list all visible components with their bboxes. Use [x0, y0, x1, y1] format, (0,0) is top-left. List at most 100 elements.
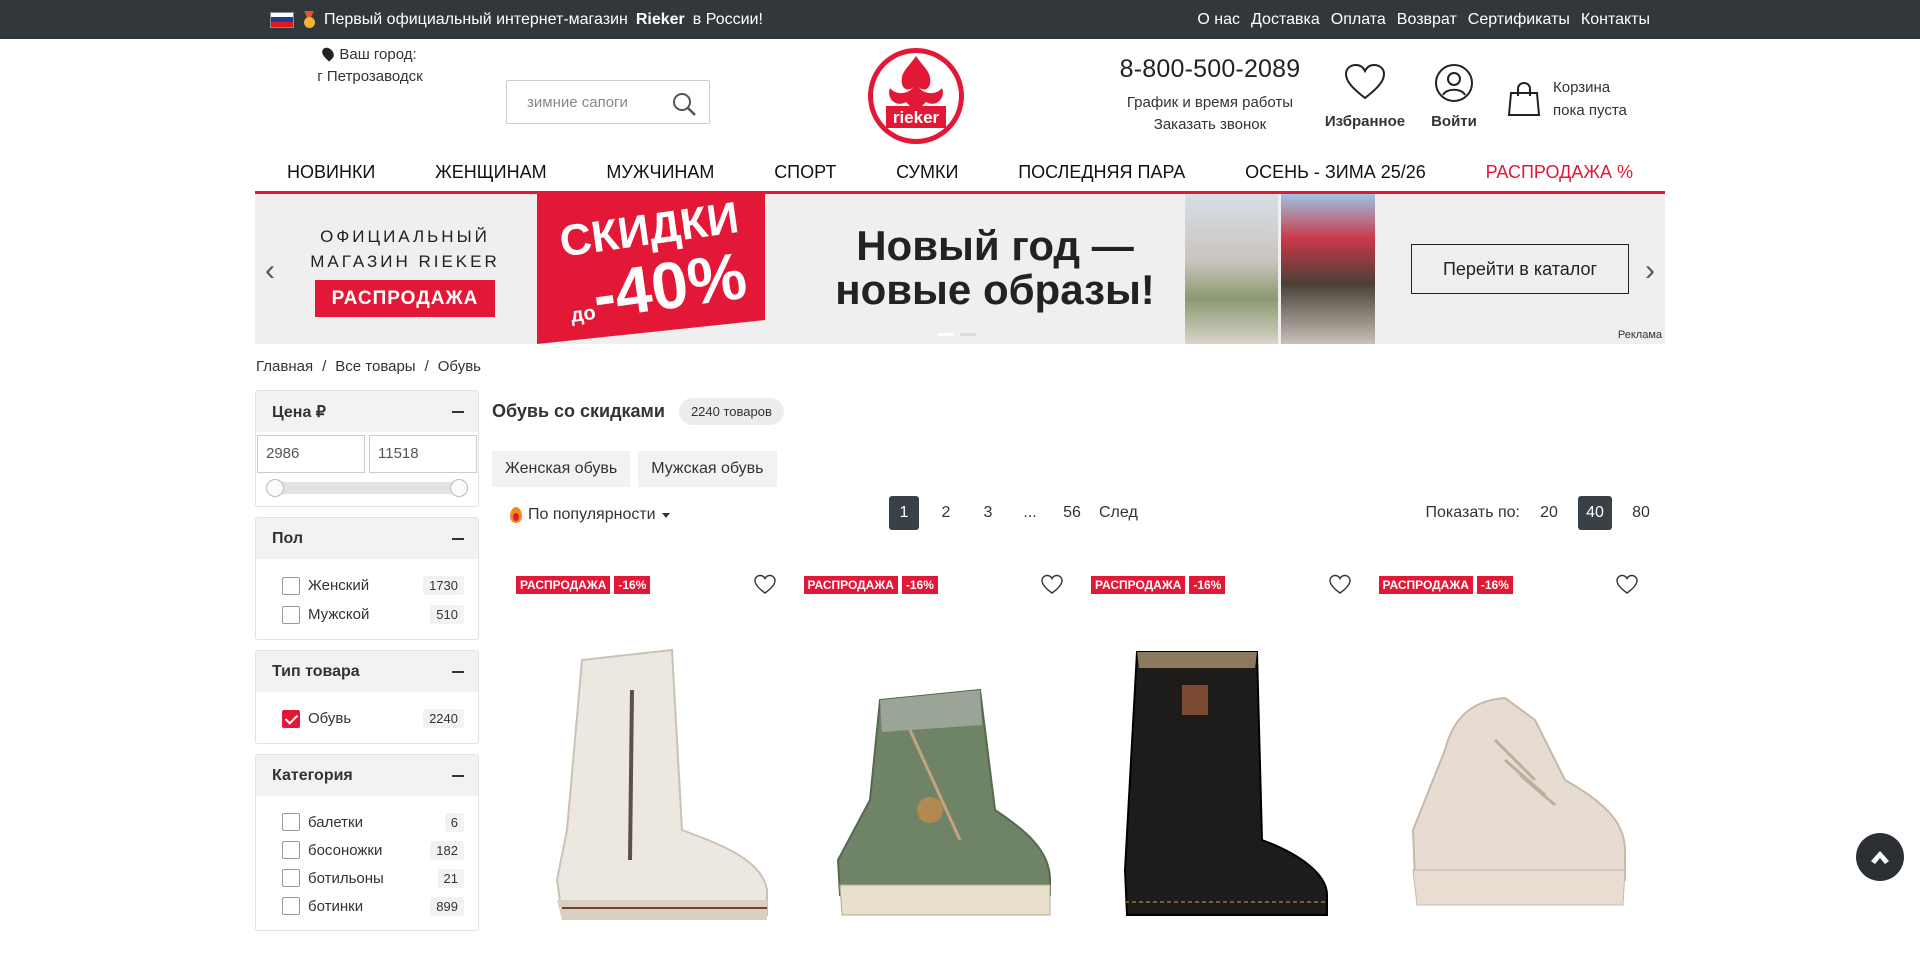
price-max-input[interactable]: 11518	[369, 435, 477, 473]
headline-line1: Новый год —	[856, 222, 1134, 269]
filter-price-header[interactable]: Цена ₽	[256, 391, 478, 432]
page-size-40[interactable]: 40	[1578, 496, 1612, 530]
sort-label: По популярности	[528, 506, 656, 523]
price-slider[interactable]	[266, 479, 468, 497]
product-count-badge: 2240 товаров	[678, 398, 784, 425]
chip-women[interactable]: Женская обувь	[492, 451, 631, 487]
scroll-to-top-button[interactable]	[1856, 833, 1904, 881]
product-card[interactable]: РАСПРОДАЖА -16%	[512, 570, 800, 970]
collapse-icon[interactable]	[452, 537, 464, 540]
phone-number[interactable]: 8-800-500-2089	[1110, 55, 1310, 84]
filter-option[interactable]: Женский 1730	[282, 571, 464, 600]
checkbox[interactable]	[282, 869, 300, 887]
sort-dropdown[interactable]: По популярности	[510, 506, 670, 524]
phone-block: 8-800-500-2089 График и время работы Зак…	[1110, 55, 1310, 136]
link-contacts[interactable]: Контакты	[1581, 11, 1650, 29]
checkbox[interactable]	[282, 841, 300, 859]
page-ellipsis: ...	[1023, 504, 1037, 521]
product-image[interactable]	[810, 630, 1070, 930]
filter-option[interactable]: ботильоны 21	[282, 864, 464, 892]
nav-sale[interactable]: РАСПРОДАЖА %	[1486, 162, 1633, 183]
collapse-icon[interactable]	[452, 774, 464, 777]
callback-link[interactable]: Заказать звонок	[1110, 114, 1310, 136]
price-slider-max-handle[interactable]	[450, 479, 468, 497]
page-size-80[interactable]: 80	[1624, 496, 1658, 530]
discount-tag: -16%	[614, 576, 651, 594]
checkbox-checked[interactable]	[282, 709, 300, 728]
filter-option[interactable]: ботинки 899	[282, 892, 464, 920]
product-grid: РАСПРОДАЖА -16% РАСПРОДАЖА -16% РАСПРОДА…	[512, 570, 1662, 970]
favorite-heart-icon[interactable]	[1041, 574, 1063, 596]
page-56[interactable]: 56	[1057, 496, 1087, 530]
nav-sport[interactable]: СПОРТ	[774, 162, 836, 183]
promo-brand: Rieker	[635, 10, 685, 28]
filter-option[interactable]: Мужской 510	[282, 600, 464, 629]
filter-category-header[interactable]: Категория	[256, 755, 478, 796]
product-card[interactable]: РАСПРОДАЖА -16%	[800, 570, 1088, 970]
price-slider-min-handle[interactable]	[266, 479, 284, 497]
favorites-button[interactable]: Избранное	[1322, 63, 1408, 130]
heart-icon	[1344, 63, 1386, 100]
banner-dots[interactable]	[938, 333, 976, 336]
discount-tag: -16%	[901, 576, 938, 594]
filter-option[interactable]: босоножки 182	[282, 836, 464, 864]
nav-autumn-winter[interactable]: ОСЕНЬ - ЗИМА 25/26	[1245, 162, 1426, 183]
login-button[interactable]: Войти	[1424, 63, 1484, 130]
search-icon[interactable]	[671, 91, 697, 117]
collapse-icon[interactable]	[452, 670, 464, 673]
chip-men[interactable]: Мужская обувь	[638, 451, 777, 487]
nav-new[interactable]: НОВИНКИ	[287, 162, 375, 183]
collapse-icon[interactable]	[452, 410, 464, 413]
filter-type-header[interactable]: Тип товара	[256, 651, 478, 692]
filter-option[interactable]: балетки 6	[282, 808, 464, 836]
banner-next-arrow-icon[interactable]: ›	[1645, 254, 1655, 288]
page-3[interactable]: 3	[973, 496, 1003, 530]
catalog-button[interactable]: Перейти в каталог	[1411, 244, 1629, 294]
checkbox[interactable]	[282, 813, 300, 831]
filter-gender-header[interactable]: Пол	[256, 518, 478, 559]
breadcrumb-home[interactable]: Главная	[256, 358, 313, 375]
option-label: ботильоны	[308, 869, 384, 887]
schedule-link[interactable]: График и время работы	[1110, 92, 1310, 114]
product-image[interactable]	[1385, 630, 1645, 930]
nav-men[interactable]: МУЖЧИНАМ	[606, 162, 714, 183]
breadcrumb-all[interactable]: Все товары	[335, 358, 415, 375]
product-image[interactable]	[522, 630, 782, 930]
nav-last-pair[interactable]: ПОСЛЕДНЯЯ ПАРА	[1018, 162, 1185, 183]
product-card[interactable]: РАСПРОДАЖА -16%	[1375, 570, 1663, 970]
city-selector[interactable]: Ваш город: г Петрозаводск	[300, 44, 440, 88]
option-label: балетки	[308, 813, 363, 831]
product-image[interactable]	[1097, 630, 1357, 930]
page-size-20[interactable]: 20	[1532, 496, 1566, 530]
checkbox[interactable]	[282, 897, 300, 915]
sale-tag: РАСПРОДАЖА	[516, 576, 611, 594]
link-about[interactable]: О нас	[1197, 11, 1240, 29]
sale-tag: РАСПРОДАЖА	[1378, 576, 1473, 594]
banner-prev-arrow-icon[interactable]: ‹	[265, 254, 275, 288]
checkbox[interactable]	[282, 605, 300, 624]
page-next[interactable]: След	[1099, 496, 1138, 530]
checkbox[interactable]	[282, 576, 300, 595]
search-input[interactable]: зимние сапоги	[506, 80, 710, 124]
promo-banner[interactable]: ОФИЦИАЛЬНЫЙ МАГАЗИН RIEKER РАСПРОДАЖА СК…	[255, 194, 1665, 344]
nav-women[interactable]: ЖЕНЩИНАМ	[435, 162, 546, 183]
link-payment[interactable]: Оплата	[1331, 11, 1386, 29]
link-returns[interactable]: Возврат	[1397, 11, 1457, 29]
page-1[interactable]: 1	[889, 496, 919, 530]
favorite-heart-icon[interactable]	[753, 574, 776, 596]
favorite-heart-icon[interactable]	[1328, 574, 1351, 596]
banner-photo-man	[1281, 194, 1375, 344]
price-min-input[interactable]: 2986	[257, 435, 365, 473]
nav-bags[interactable]: СУМКИ	[896, 162, 958, 183]
rieker-logo[interactable]: rieker	[866, 46, 966, 146]
link-delivery[interactable]: Доставка	[1251, 11, 1320, 29]
link-certificates[interactable]: Сертификаты	[1468, 11, 1570, 29]
filter-option[interactable]: Обувь 2240	[282, 704, 464, 733]
filter-gender: Пол Женский 1730 Мужской 510	[255, 517, 479, 640]
main-nav: НОВИНКИ ЖЕНЩИНАМ МУЖЧИНАМ СПОРТ СУМКИ ПО…	[255, 154, 1665, 194]
filter-type-title: Тип товара	[272, 662, 360, 680]
product-card[interactable]: РАСПРОДАЖА -16%	[1087, 570, 1375, 970]
page-2[interactable]: 2	[931, 496, 961, 530]
favorite-heart-icon[interactable]	[1616, 574, 1638, 596]
cart-button[interactable]: Корзина пока пуста	[1507, 76, 1627, 122]
